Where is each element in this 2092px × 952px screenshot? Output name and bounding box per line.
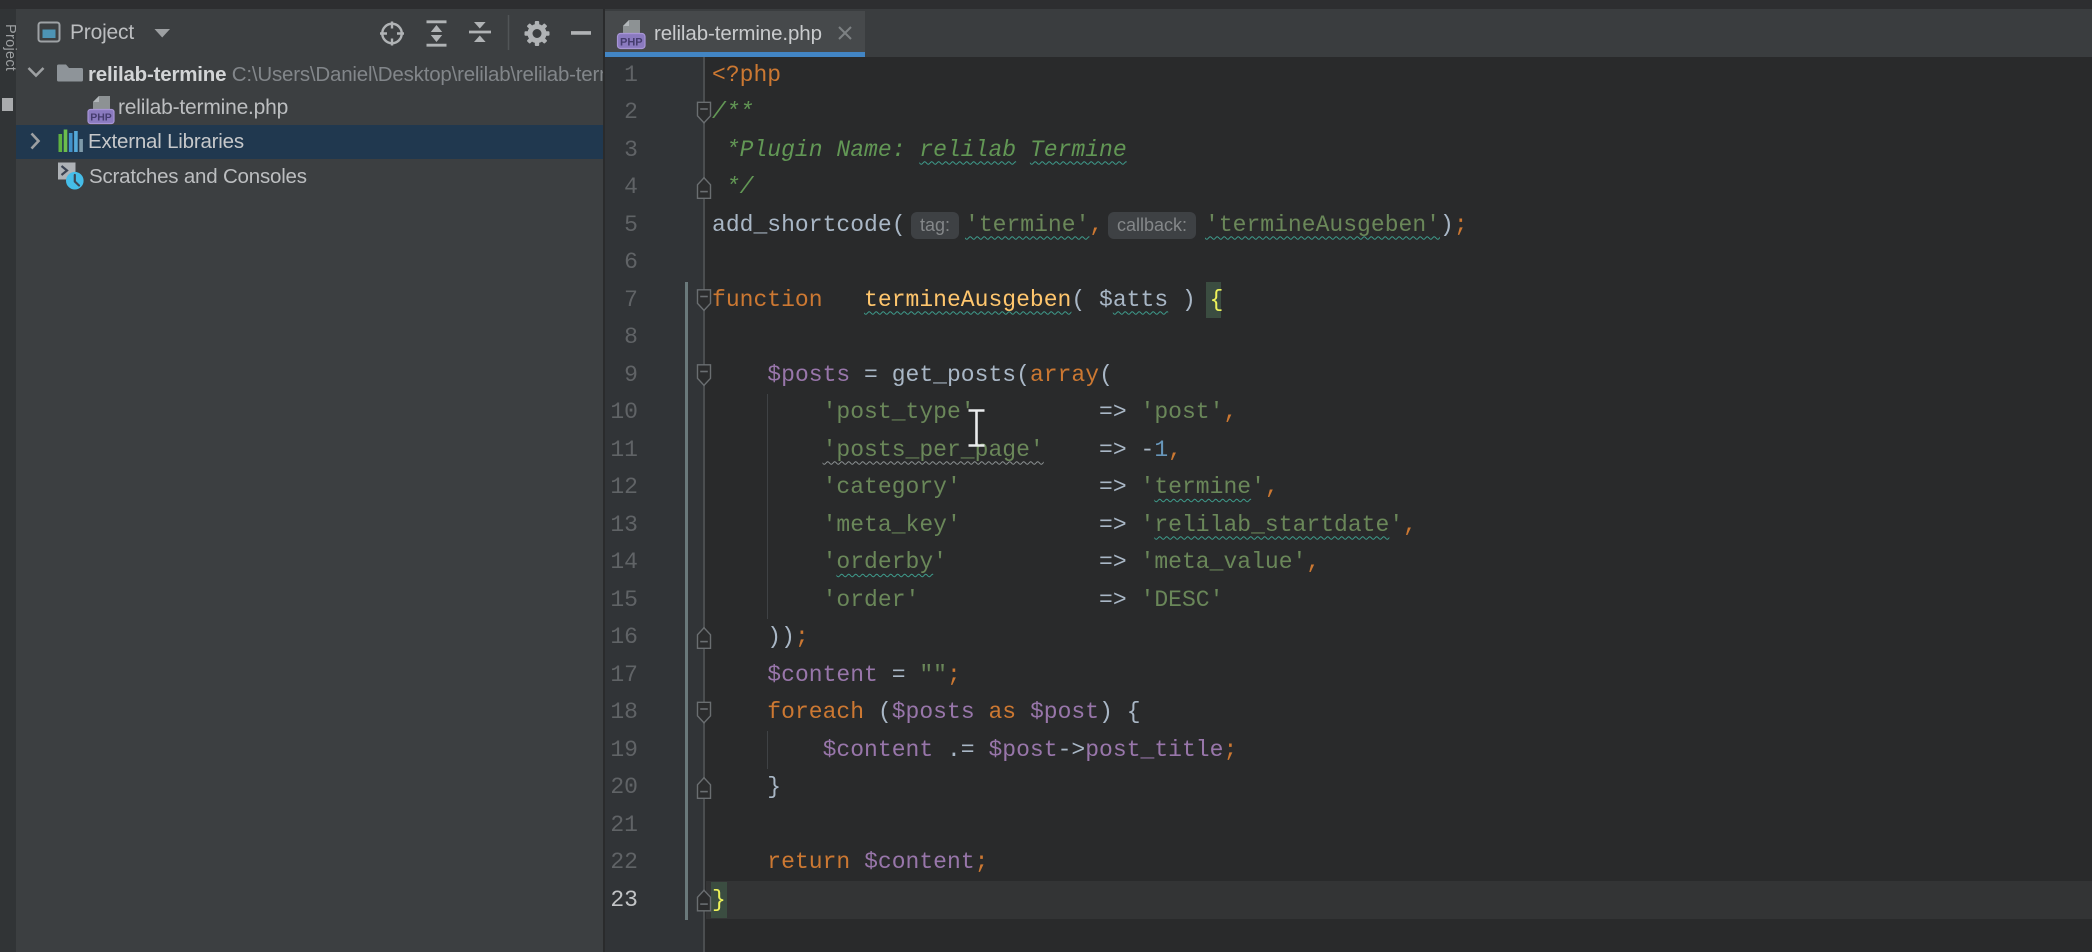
svg-text:PHP: PHP [90, 112, 112, 124]
svg-text:PHP: PHP [620, 36, 643, 48]
